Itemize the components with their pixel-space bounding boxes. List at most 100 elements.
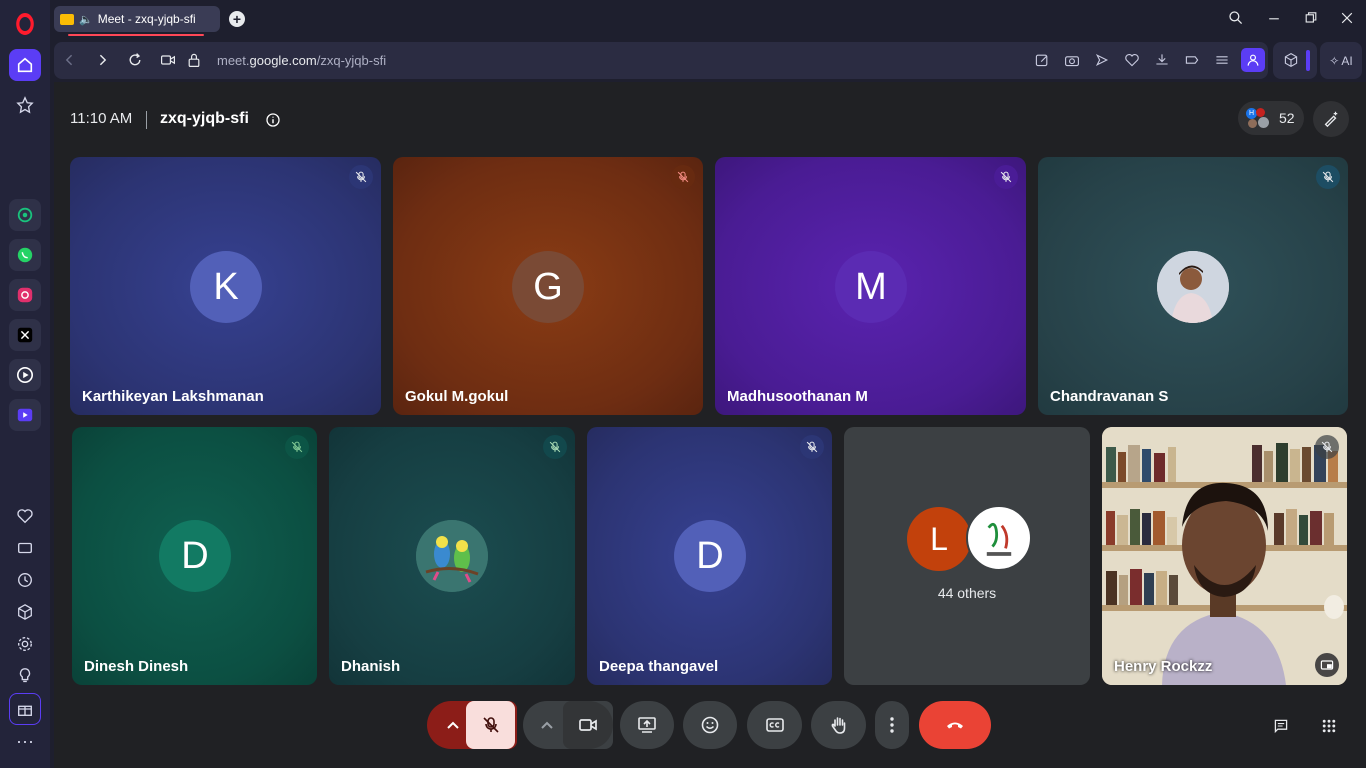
- mic-toggle-button[interactable]: [466, 701, 515, 749]
- star-icon[interactable]: [9, 89, 41, 121]
- history-icon[interactable]: [9, 564, 41, 596]
- extensions-cube-icon[interactable]: [9, 596, 41, 628]
- mic-off-icon: [543, 435, 567, 459]
- others-tile[interactable]: L 44 others: [844, 427, 1090, 685]
- picture-in-picture-icon[interactable]: [1315, 653, 1339, 677]
- new-tab-plus-icon[interactable]: +: [229, 11, 245, 27]
- mic-off-icon: [1315, 435, 1339, 459]
- opera-logo-icon[interactable]: [16, 13, 34, 35]
- captions-button[interactable]: [747, 701, 802, 749]
- restore-icon[interactable]: [1303, 10, 1319, 26]
- avatar: D: [159, 520, 231, 592]
- profile-icon[interactable]: [1241, 48, 1265, 72]
- cube-icon[interactable]: [1283, 52, 1299, 68]
- tab-meet[interactable]: 🔈 Meet - zxq-yjqb-sfi: [54, 6, 220, 32]
- tab-title: Meet - zxq-yjqb-sfi: [97, 12, 196, 26]
- more-vertical-icon: [890, 717, 894, 733]
- tab-bar: 🔈 Meet - zxq-yjqb-sfi +: [50, 0, 1366, 38]
- easy-setup-icon[interactable]: [1214, 52, 1230, 68]
- sidebar-indicator: [1306, 50, 1310, 71]
- meet-window: 11:10 AM zxq-yjqb-sfi H 52 K Karthikeyan…: [54, 82, 1366, 768]
- mic-off-icon: [800, 435, 824, 459]
- home-icon[interactable]: [9, 49, 41, 81]
- instagram-icon[interactable]: [9, 279, 41, 311]
- aria-ai-button[interactable]: ✧ AI: [1320, 42, 1362, 79]
- mic-off-icon: [285, 435, 309, 459]
- mic-off-icon: [349, 165, 373, 189]
- settings-gear-icon[interactable]: [9, 628, 41, 660]
- participant-name: Henry Rockzz: [1114, 658, 1213, 675]
- whatsapp-icon[interactable]: [9, 239, 41, 271]
- chat-icon[interactable]: [1268, 713, 1294, 739]
- avatar: L: [907, 507, 971, 571]
- heart-icon[interactable]: [9, 500, 41, 532]
- participant-tile[interactable]: G Gokul M.gokul: [393, 157, 703, 415]
- reload-icon[interactable]: [127, 52, 143, 68]
- self-video-tile[interactable]: Henry Rockzz: [1102, 427, 1347, 685]
- chevron-up-icon: [541, 721, 553, 729]
- close-window-icon[interactable]: [1339, 10, 1355, 26]
- end-call-icon: [947, 722, 963, 729]
- participant-name: Gokul M.gokul: [405, 388, 509, 405]
- chatgpt-icon[interactable]: [9, 199, 41, 231]
- edit-snapshot-icon[interactable]: [1034, 52, 1050, 68]
- participant-tile[interactable]: M Madhusoothanan M: [715, 157, 1026, 415]
- chevron-up-icon: [447, 721, 459, 729]
- participants-button[interactable]: H 52: [1238, 101, 1304, 135]
- avatar: M: [835, 251, 907, 323]
- tab-audio-indicator: [68, 34, 204, 36]
- activities-grid-icon[interactable]: [1316, 713, 1342, 739]
- lock-icon[interactable]: [186, 52, 202, 68]
- url-field[interactable]: meet.google.com/zxq-yjqb-sfi: [217, 53, 386, 68]
- mic-off-icon: [1316, 165, 1340, 189]
- video-feed: [1102, 427, 1347, 685]
- raise-hand-button[interactable]: [811, 701, 866, 749]
- participant-tile[interactable]: D Deepa thangavel: [587, 427, 832, 685]
- more-dots-icon[interactable]: ···: [9, 725, 41, 757]
- aria-player-icon[interactable]: [9, 399, 41, 431]
- meeting-code: zxq-yjqb-sfi: [160, 110, 249, 127]
- tab-islands-icon[interactable]: [1184, 52, 1200, 68]
- participant-tile[interactable]: D Dinesh Dinesh: [72, 427, 317, 685]
- minimize-icon[interactable]: [1266, 10, 1282, 26]
- present-screen-button[interactable]: [620, 701, 674, 749]
- music-player-icon[interactable]: [9, 359, 41, 391]
- camera-access-icon[interactable]: [160, 52, 176, 68]
- participant-name: Deepa thangavel: [599, 658, 719, 675]
- participant-tile[interactable]: Chandravanan S: [1038, 157, 1348, 415]
- address-bar: meet.google.com/zxq-yjqb-sfi: [54, 42, 1268, 79]
- avatar: D: [674, 520, 746, 592]
- mic-off-icon: [994, 165, 1018, 189]
- back-icon[interactable]: [62, 52, 78, 68]
- download-icon[interactable]: [1154, 52, 1170, 68]
- speaker-icon[interactable]: 🔈: [79, 13, 93, 26]
- camera-snapshot-icon[interactable]: [1064, 52, 1080, 68]
- lightbulb-icon[interactable]: [9, 660, 41, 692]
- gift-icon[interactable]: [9, 693, 41, 725]
- more-options-button[interactable]: [875, 701, 909, 749]
- participant-name: Dinesh Dinesh: [84, 658, 189, 675]
- ai-label: AI: [1341, 53, 1353, 68]
- companion-edit-button[interactable]: [1313, 101, 1349, 137]
- leave-call-button[interactable]: [919, 701, 991, 749]
- send-flow-icon[interactable]: [1094, 52, 1110, 68]
- participant-tile[interactable]: Dhanish: [329, 427, 575, 685]
- x-twitter-icon[interactable]: [9, 319, 41, 351]
- meeting-info-icon[interactable]: [265, 112, 281, 128]
- bookmark-heart-icon[interactable]: [1124, 52, 1140, 68]
- forward-icon[interactable]: [94, 52, 110, 68]
- raise-hand-icon: [831, 717, 845, 734]
- mic-off-icon: [671, 165, 695, 189]
- camera-toggle-button[interactable]: [563, 701, 613, 749]
- participant-tile[interactable]: K Karthikeyan Lakshmanan: [70, 157, 381, 415]
- extensions-box[interactable]: [1273, 42, 1317, 79]
- captions-icon: [765, 718, 784, 732]
- avatar: K: [190, 251, 262, 323]
- participant-name: Karthikeyan Lakshmanan: [82, 388, 264, 405]
- mic-off-icon: [482, 717, 499, 733]
- reactions-button[interactable]: [683, 701, 737, 749]
- search-icon[interactable]: [1228, 10, 1244, 26]
- video-camera-icon: [579, 719, 597, 731]
- tabs-icon[interactable]: [9, 532, 41, 564]
- participant-avatars-icon: H: [1246, 108, 1270, 128]
